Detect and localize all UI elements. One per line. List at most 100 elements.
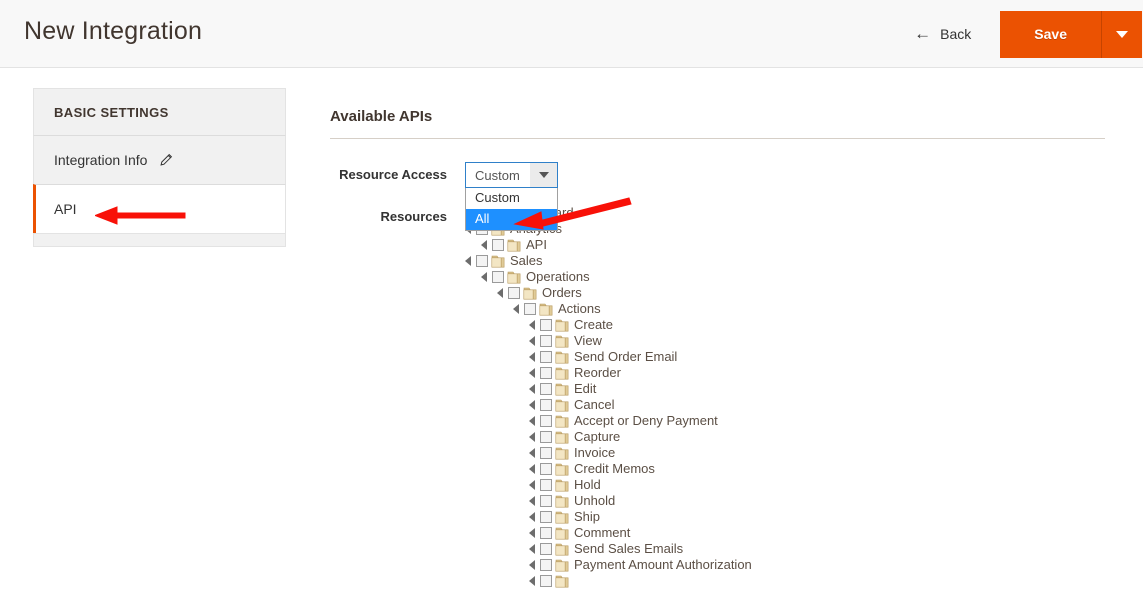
sidebar-item-api[interactable]: API <box>33 184 286 233</box>
triangle-right-icon[interactable] <box>529 512 535 522</box>
triangle-right-icon[interactable] <box>529 320 535 330</box>
triangle-right-icon[interactable] <box>529 432 535 442</box>
tree-row[interactable]: API <box>465 237 1065 253</box>
tree-node-label: Payment Amount Authorization <box>574 557 752 572</box>
tree-node-checkbox[interactable] <box>540 415 552 427</box>
folder-icon <box>555 367 569 379</box>
tree-node-checkbox[interactable] <box>524 303 536 315</box>
save-options-toggle-button[interactable] <box>1101 10 1142 58</box>
tree-node-checkbox[interactable] <box>540 559 552 571</box>
triangle-right-icon[interactable] <box>529 576 535 586</box>
tree-node-checkbox[interactable] <box>492 271 504 283</box>
tree-row[interactable]: Hold <box>465 477 1065 493</box>
tree-row[interactable]: View <box>465 333 1065 349</box>
resource-access-selected-value: Custom <box>475 167 520 183</box>
tree-row[interactable]: Edit <box>465 381 1065 397</box>
tree-node-checkbox[interactable] <box>540 383 552 395</box>
sidebar-item-label: Integration Info <box>54 152 148 168</box>
resource-access-select[interactable]: Custom <box>465 162 558 188</box>
triangle-right-icon[interactable] <box>513 304 519 314</box>
tree-node-checkbox[interactable] <box>540 495 552 507</box>
tree-node-checkbox[interactable] <box>508 287 520 299</box>
select-option-custom[interactable]: Custom <box>466 188 557 209</box>
tree-row[interactable]: Credit Memos <box>465 461 1065 477</box>
tree-node-checkbox[interactable] <box>540 543 552 555</box>
tree-node-checkbox[interactable] <box>540 447 552 459</box>
tree-node-checkbox[interactable] <box>476 255 488 267</box>
back-button[interactable]: ← Back <box>910 20 975 49</box>
tree-node-label: Send Sales Emails <box>574 541 684 556</box>
tree-row[interactable]: Accept or Deny Payment <box>465 413 1065 429</box>
tree-node-checkbox[interactable] <box>540 367 552 379</box>
tree-node-checkbox[interactable] <box>540 479 552 491</box>
triangle-right-icon[interactable] <box>529 480 535 490</box>
folder-icon <box>555 431 569 443</box>
tree-node-checkbox[interactable] <box>540 431 552 443</box>
triangle-right-icon[interactable] <box>529 368 535 378</box>
sidebar-item-integration-info[interactable]: Integration Info <box>33 135 286 184</box>
tree-row[interactable]: Reorder <box>465 365 1065 381</box>
pencil-icon[interactable] <box>159 153 173 167</box>
tree-row[interactable]: Operations <box>465 269 1065 285</box>
tree-row[interactable]: Payment Amount Authorization <box>465 557 1065 573</box>
triangle-right-icon[interactable] <box>465 256 471 266</box>
triangle-right-icon[interactable] <box>529 544 535 554</box>
tree-row[interactable]: Orders <box>465 285 1065 301</box>
folder-icon <box>555 319 569 331</box>
tree-row[interactable]: Send Order Email <box>465 349 1065 365</box>
triangle-right-icon[interactable] <box>529 528 535 538</box>
tree-row[interactable]: Create <box>465 317 1065 333</box>
triangle-right-icon[interactable] <box>529 336 535 346</box>
tree-node-label: API <box>526 237 547 252</box>
tree-row[interactable]: Send Sales Emails <box>465 541 1065 557</box>
tree-node-checkbox[interactable] <box>540 399 552 411</box>
triangle-right-icon[interactable] <box>529 416 535 426</box>
tree-node-label: Ship <box>574 509 601 524</box>
tree-node-checkbox[interactable] <box>540 319 552 331</box>
tree-node-checkbox[interactable] <box>492 239 504 251</box>
folder-icon <box>491 255 505 267</box>
sidebar-item-label: API <box>54 201 77 217</box>
triangle-right-icon[interactable] <box>497 288 503 298</box>
triangle-right-icon[interactable] <box>529 448 535 458</box>
triangle-right-icon[interactable] <box>481 272 487 282</box>
triangle-right-icon[interactable] <box>481 240 487 250</box>
resource-access-dropdown-arrow[interactable] <box>530 163 557 187</box>
tree-node-checkbox[interactable] <box>540 463 552 475</box>
tree-row[interactable]: Ship <box>465 509 1065 525</box>
tree-node-checkbox[interactable] <box>540 511 552 523</box>
triangle-right-icon[interactable] <box>529 496 535 506</box>
tree-node-checkbox[interactable] <box>540 335 552 347</box>
triangle-right-icon[interactable] <box>529 400 535 410</box>
tree-node-checkbox[interactable] <box>540 351 552 363</box>
tree-row[interactable]: Sales <box>465 253 1065 269</box>
triangle-right-icon[interactable] <box>529 464 535 474</box>
folder-icon <box>555 559 569 571</box>
triangle-right-icon[interactable] <box>529 384 535 394</box>
resource-access-options-list: Custom All <box>465 188 558 231</box>
triangle-right-icon[interactable] <box>529 352 535 362</box>
tree-node-label: Send Order Email <box>574 349 678 364</box>
folder-icon <box>555 527 569 539</box>
resources-tree[interactable]: DashboardAnalyticsAPISalesOperationsOrde… <box>465 205 1065 589</box>
folder-icon <box>539 303 553 315</box>
triangle-right-icon[interactable] <box>529 560 535 570</box>
tree-row[interactable]: Comment <box>465 525 1065 541</box>
tree-row[interactable]: Cancel <box>465 397 1065 413</box>
select-option-all[interactable]: All <box>466 209 557 230</box>
chevron-down-icon <box>1116 30 1128 38</box>
tree-row[interactable]: Capture <box>465 429 1065 445</box>
tree-node-label: Comment <box>574 525 631 540</box>
tree-node-label: Invoice <box>574 445 616 460</box>
sidebar-footer <box>33 233 286 247</box>
tree-row[interactable]: Invoice <box>465 445 1065 461</box>
tree-node-checkbox[interactable] <box>540 527 552 539</box>
tree-row[interactable] <box>465 573 1065 589</box>
tree-row[interactable]: Unhold <box>465 493 1065 509</box>
tree-node-checkbox[interactable] <box>540 575 552 587</box>
folder-icon <box>555 399 569 411</box>
tree-row[interactable]: Actions <box>465 301 1065 317</box>
folder-icon <box>555 543 569 555</box>
save-button[interactable]: Save <box>1000 10 1101 58</box>
tree-node-label: Unhold <box>574 493 616 508</box>
